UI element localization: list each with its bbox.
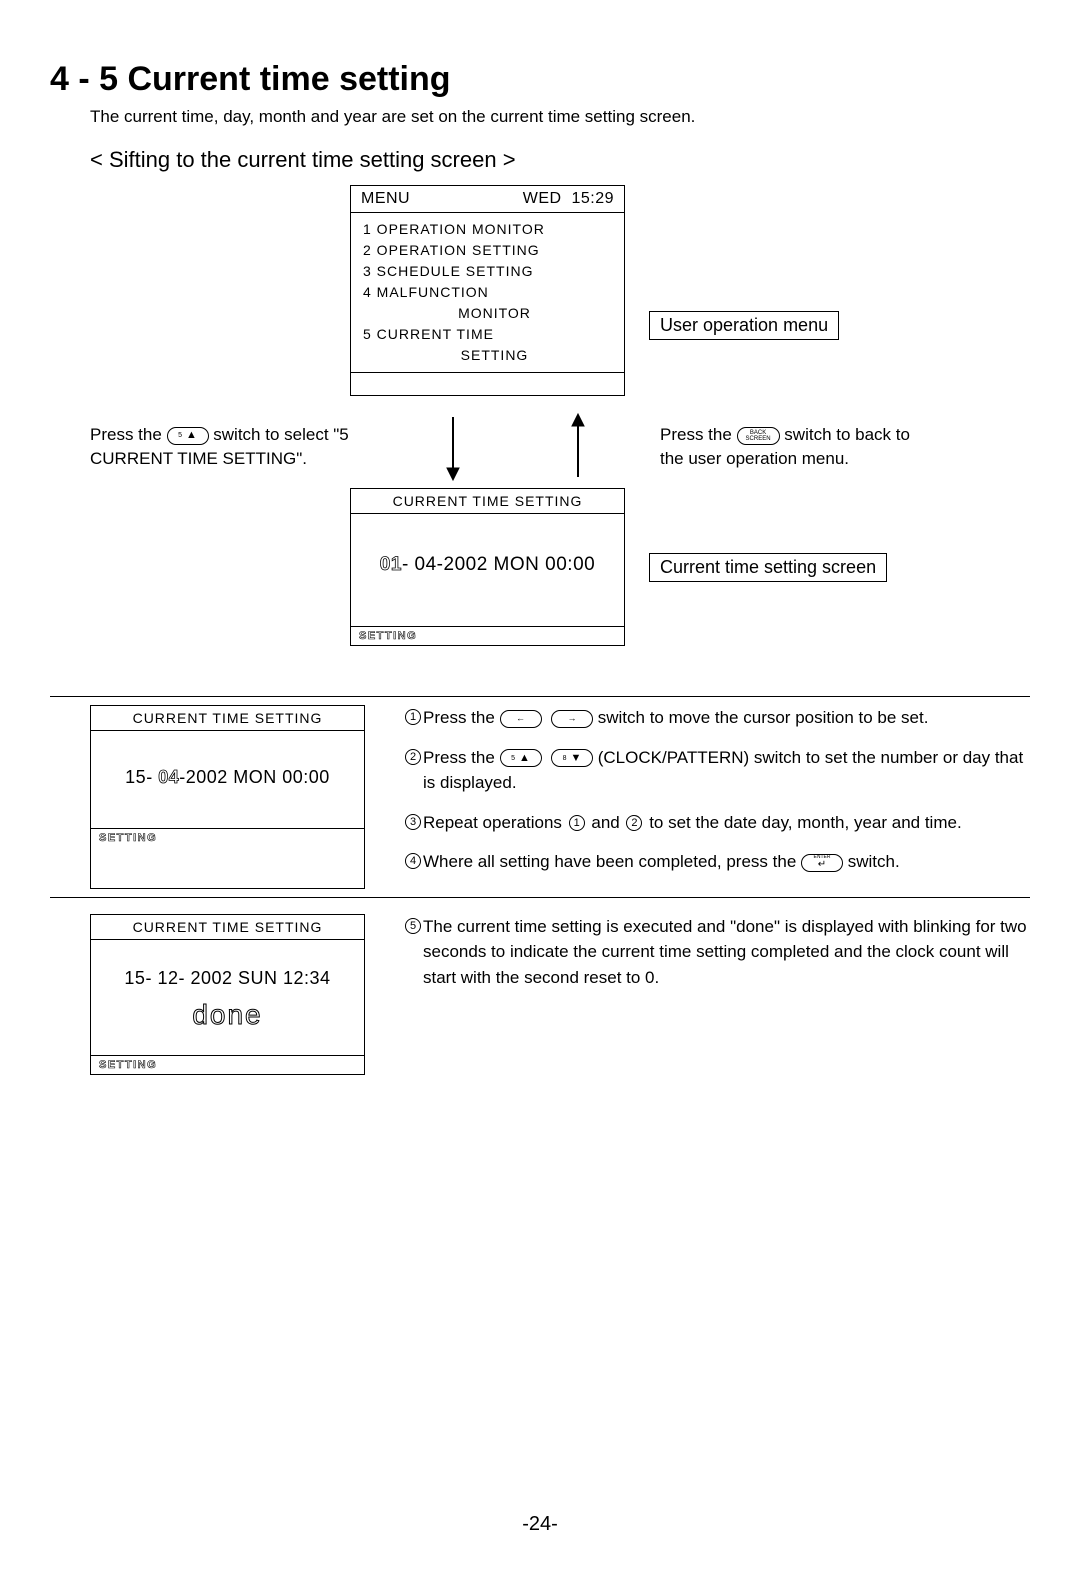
right-instruction: Press the BACKSCREEN switch to back to t…: [660, 423, 920, 471]
key-8-down: 8▼: [551, 749, 593, 767]
page-number: -24-: [0, 1513, 1080, 1536]
cts-date-display: 01- 04-2002 MON 00:00: [351, 514, 624, 627]
instruction-steps-2: 5 The current time setting is executed a…: [405, 914, 1030, 1075]
cts-title: CURRENT TIME SETTING: [91, 706, 364, 731]
step-number-icon: 5: [405, 918, 421, 934]
menu-item: 4 MALFUNCTION: [363, 282, 612, 303]
current-time-setting-screen-2: CURRENT TIME SETTING 15- 04-2002 MON 00:…: [90, 705, 365, 889]
left-instruction: Press the 5▲ switch to select "5 CURRENT…: [90, 423, 390, 471]
step-number-icon: 4: [405, 853, 421, 869]
menu-time: 15:29: [571, 190, 614, 207]
section-title: 4 - 5 Current time setting: [50, 60, 1030, 99]
menu-screen: MENU WED 15:29 1 OPERATION MONITOR 2 OPE…: [350, 185, 625, 396]
step-number-icon: 1: [405, 709, 421, 725]
arrow-down-icon: [433, 412, 473, 482]
cts-date-display: 15- 12- 2002 SUN 12:34 done: [91, 940, 364, 1056]
step-number-icon: 3: [405, 814, 421, 830]
ref-step-icon: 2: [626, 815, 642, 831]
key-5-up: 5▲: [500, 749, 542, 767]
menu-day: WED: [523, 190, 562, 207]
cts-footer: SETTING: [351, 627, 624, 645]
menu-item: 2 OPERATION SETTING: [363, 240, 612, 261]
key-5-up: 5▲: [167, 427, 209, 445]
cts-footer: SETTING: [91, 1056, 364, 1074]
cts-title: CURRENT TIME SETTING: [351, 489, 624, 514]
cts-screen-label: Current time setting screen: [649, 553, 887, 582]
cts-footer: SETTING: [91, 829, 364, 847]
key-left-arrow: ←: [500, 710, 542, 728]
menu-item-sub: MONITOR: [377, 303, 612, 324]
key-back-screen: BACKSCREEN: [737, 427, 780, 445]
cts-title: CURRENT TIME SETTING: [91, 915, 364, 940]
user-operation-menu-label: User operation menu: [649, 311, 839, 340]
arrow-up-icon: [558, 412, 598, 482]
done-indicator: done: [91, 999, 364, 1031]
instruction-steps: 1 Press the ← → switch to move the curso…: [405, 705, 1030, 889]
menu-item: 1 OPERATION MONITOR: [363, 219, 612, 240]
menu-item-sub: SETTING: [377, 345, 612, 366]
menu-title: MENU: [361, 190, 410, 208]
subheading: < Sifting to the current time setting sc…: [90, 147, 1030, 173]
intro-text: The current time, day, month and year ar…: [90, 107, 1030, 127]
cts-date-display: 15- 04-2002 MON 00:00: [91, 731, 364, 829]
current-time-setting-screen: CURRENT TIME SETTING 01- 04-2002 MON 00:…: [350, 488, 625, 646]
menu-item: 3 SCHEDULE SETTING: [363, 261, 612, 282]
ref-step-icon: 1: [569, 815, 585, 831]
key-enter: ENTER↵: [801, 854, 843, 872]
key-right-arrow: →: [551, 710, 593, 728]
step-number-icon: 2: [405, 749, 421, 765]
current-time-setting-screen-3: CURRENT TIME SETTING 15- 12- 2002 SUN 12…: [90, 914, 365, 1075]
menu-item: 5 CURRENT TIME: [363, 324, 612, 345]
